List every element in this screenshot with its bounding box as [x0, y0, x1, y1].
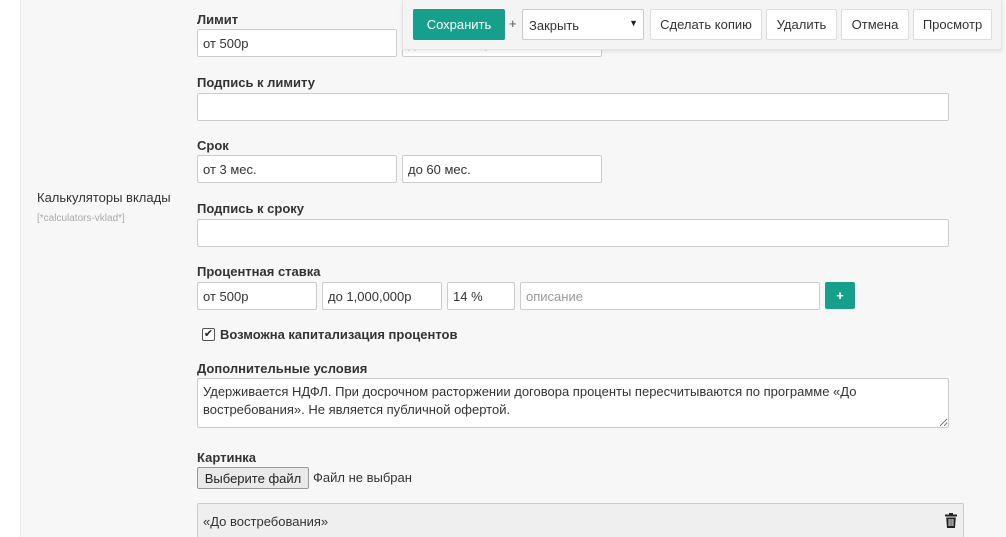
term-from-input[interactable] — [197, 155, 397, 183]
rate-description-input[interactable] — [520, 282, 820, 310]
toolbar-plus: + — [509, 16, 517, 31]
copy-button[interactable]: Сделать копию — [650, 9, 762, 40]
rate-to-input[interactable] — [322, 282, 442, 310]
limit-from-input[interactable] — [197, 29, 397, 57]
limit-label: Лимит — [197, 12, 239, 27]
rate-from-input[interactable] — [197, 282, 317, 310]
conditions-label: Дополнительные условия — [197, 361, 368, 376]
term-to-input[interactable] — [402, 155, 602, 183]
attachment-name: «До востребования» — [203, 514, 329, 529]
limit-caption-label: Подпись к лимиту — [197, 75, 315, 90]
file-status: Файл не выбран — [313, 470, 412, 485]
delete-button[interactable]: Удалить — [766, 9, 837, 40]
trash-icon[interactable] — [945, 513, 957, 528]
add-rate-button[interactable]: + — [825, 282, 855, 309]
section-title: Калькуляторы вклады — [37, 190, 171, 205]
term-caption-input[interactable] — [197, 219, 949, 247]
after-save-select[interactable]: Закрыть ▼ — [522, 9, 644, 40]
capitalization-checkbox[interactable]: ✔ — [202, 328, 215, 341]
rate-percent-input[interactable] — [447, 282, 515, 310]
section-shortcode: [*calculators-vklad*] — [37, 213, 125, 224]
cancel-button[interactable]: Отмена — [841, 9, 909, 40]
choose-file-button[interactable]: Выберите файл — [197, 467, 309, 489]
form-panel — [20, 0, 1006, 537]
conditions-textarea[interactable]: Удерживается НДФЛ. При досрочном расторж… — [197, 378, 949, 428]
rate-label: Процентная ставка — [197, 264, 321, 279]
capitalization-label: Возможна капитализация процентов — [220, 327, 458, 342]
attachment-row: «До востребования» — [197, 503, 964, 537]
preview-button[interactable]: Просмотр — [913, 9, 992, 40]
action-toolbar: Сохранить + Закрыть ▼ Сделать копию Удал… — [402, 0, 1002, 50]
caret-down-icon: ▼ — [629, 18, 638, 28]
term-label: Срок — [197, 138, 229, 153]
save-button[interactable]: Сохранить — [413, 9, 505, 40]
image-label: Картинка — [197, 450, 257, 465]
limit-caption-input[interactable] — [197, 93, 949, 121]
after-save-select-value: Закрыть — [529, 18, 580, 33]
term-caption-label: Подпись к сроку — [197, 201, 305, 216]
